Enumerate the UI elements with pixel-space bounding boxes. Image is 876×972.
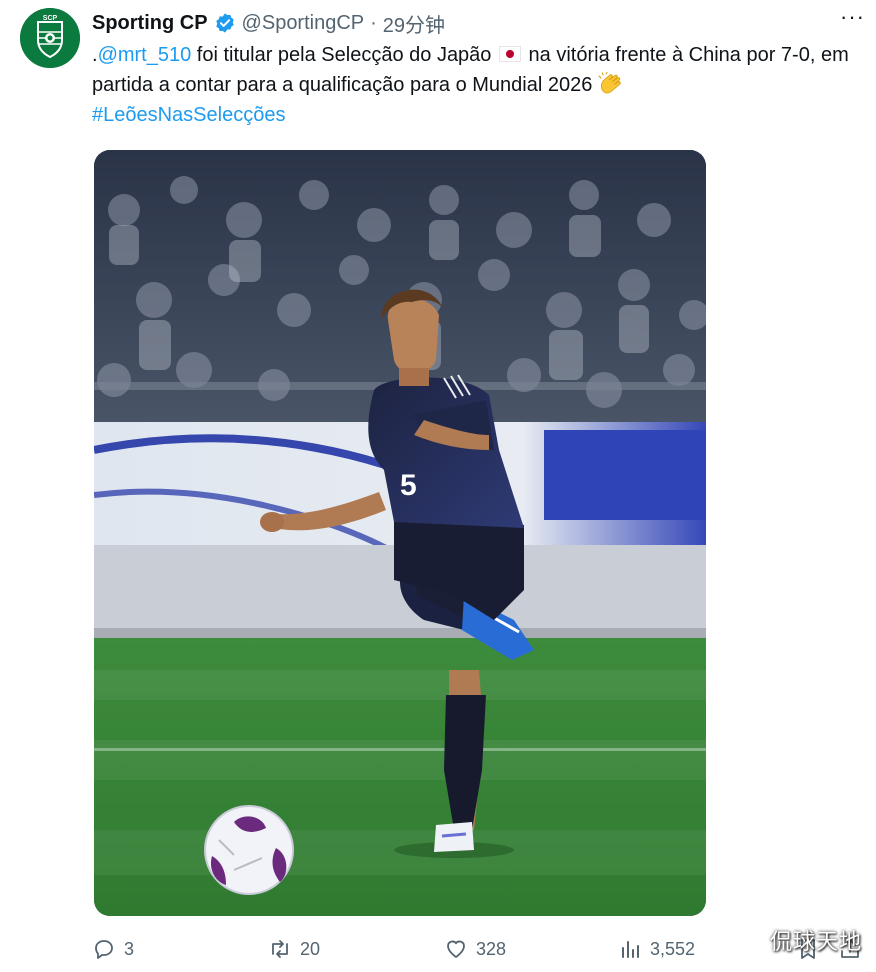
text-part-1: foi titular pela Selecção do Japão [191, 44, 497, 66]
hashtag-link[interactable]: #LeõesNasSelecções [92, 100, 852, 130]
display-name[interactable]: Sporting CP [92, 12, 208, 35]
retweet-count: 20 [300, 938, 321, 959]
handle[interactable]: @SportingCP [242, 12, 365, 35]
reply-count: 3 [124, 938, 135, 959]
score-text: 7-0 [780, 44, 810, 66]
retweet-button[interactable]: 20 [268, 934, 320, 964]
clapping-hands-icon [598, 72, 621, 94]
tweet-media-photo[interactable]: 5 [94, 150, 706, 916]
footballer-photo: 5 [94, 150, 706, 916]
tweet-text: .@mrt_510 foi titular pela Selecção do J… [92, 40, 852, 130]
sporting-logo-icon: SCP [20, 8, 80, 68]
tweet-header: Sporting CP @SportingCP · 29分钟 [92, 9, 445, 38]
text-part-2: na vitória frente à China por [523, 44, 781, 66]
like-button[interactable]: 328 [444, 934, 506, 964]
retweet-icon [272, 940, 288, 958]
verified-badge-icon [215, 13, 234, 33]
svg-text:SCP: SCP [43, 15, 58, 22]
watermark-text: 侃球天地 [769, 929, 862, 954]
views-button[interactable]: 3,552 [618, 934, 695, 964]
mention-link[interactable]: @mrt_510 [98, 44, 192, 66]
reply-icon [95, 940, 113, 959]
avatar[interactable]: SCP [20, 8, 80, 68]
timestamp[interactable]: 29分钟 [383, 9, 445, 38]
views-count: 3,552 [650, 938, 696, 959]
japan-flag-icon [499, 46, 521, 62]
more-options-icon[interactable]: ··· [840, 6, 864, 32]
separator: · [370, 11, 377, 34]
like-count: 328 [476, 938, 507, 959]
svg-text:5: 5 [400, 469, 417, 502]
reply-button[interactable]: 3 [92, 934, 134, 964]
tweet-action-bar: 3 20 328 3,552 [92, 934, 872, 964]
views-chart-icon [622, 941, 639, 958]
heart-icon [447, 940, 465, 958]
